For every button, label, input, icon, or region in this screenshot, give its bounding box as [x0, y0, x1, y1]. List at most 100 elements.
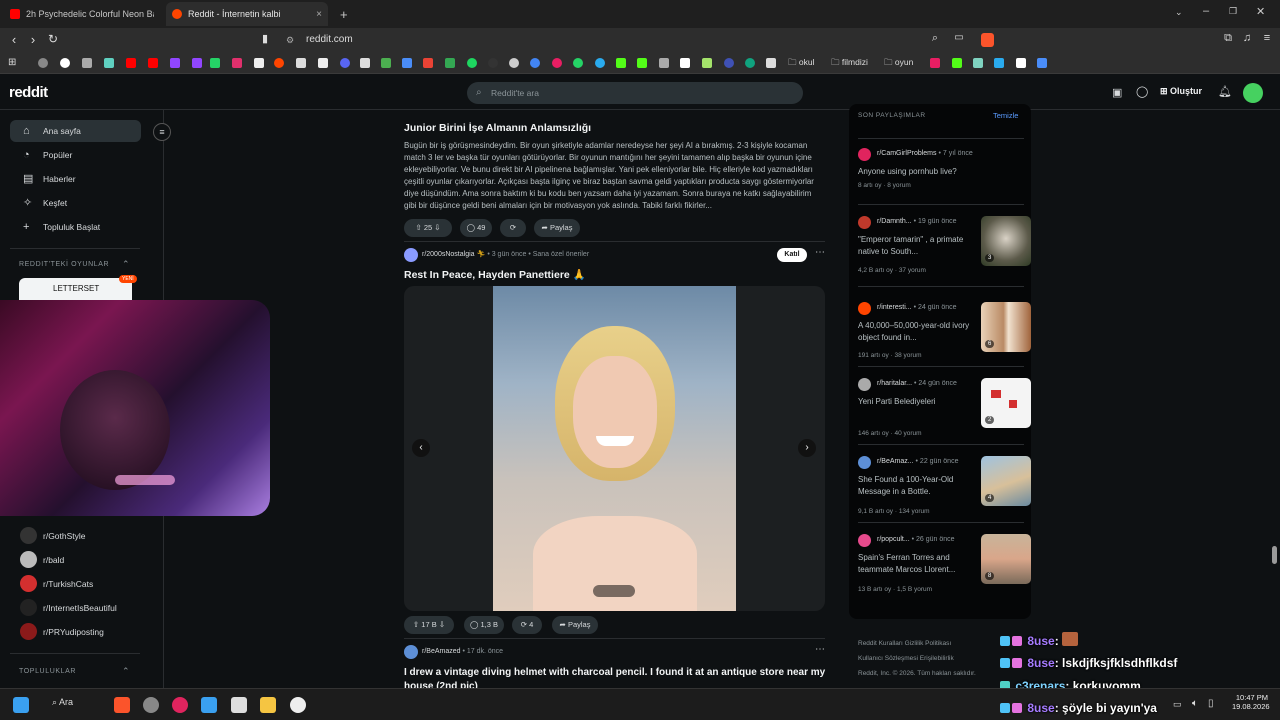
subreddit-link[interactable]: r/CamGirlProblems	[877, 150, 937, 157]
bookmark-icon[interactable]	[360, 58, 370, 68]
whatsapp-bookmark-icon[interactable]	[573, 58, 583, 68]
close-window-icon[interactable]: ✕	[1256, 5, 1265, 18]
subreddit-link[interactable]: r/popcult...	[877, 536, 910, 543]
page-scrollbar[interactable]	[1272, 546, 1277, 564]
bookmark-icon[interactable]	[724, 58, 734, 68]
bookmark-icon[interactable]	[659, 58, 669, 68]
more-options-icon[interactable]: ⋯	[815, 247, 825, 258]
kick-bookmark-icon[interactable]	[616, 58, 626, 68]
collapse-sidebar-button[interactable]: ≡	[153, 123, 171, 141]
chat-icon[interactable]: ◯	[1136, 85, 1148, 98]
file-explorer-icon[interactable]	[260, 697, 276, 713]
share-button[interactable]: ➦ Paylaş	[534, 219, 580, 237]
bookmark-icon[interactable]	[994, 58, 1004, 68]
crosspost-button[interactable]: ⟳	[500, 219, 526, 237]
reload-icon[interactable]: ↻	[45, 32, 61, 46]
sidebar-item-explore[interactable]: ✧ Keşfet	[10, 192, 141, 214]
start-menu-icon[interactable]	[13, 697, 29, 713]
history-bookmark-icon[interactable]	[38, 58, 48, 68]
tab-list-icon[interactable]: ⌄	[1175, 7, 1183, 18]
google-bookmark-icon[interactable]	[60, 58, 70, 68]
site-info-icon[interactable]: ⚙	[286, 31, 294, 49]
gmail-bookmark-icon[interactable]	[423, 58, 433, 68]
minimize-icon[interactable]: –	[1203, 5, 1209, 17]
x-bookmark-icon[interactable]	[254, 58, 264, 68]
taskbar-app-icon[interactable]	[290, 697, 306, 713]
games-section-header[interactable]: REDDIT'TEKİ OYUNLAR	[19, 261, 109, 268]
close-tab-icon[interactable]: ×	[316, 9, 322, 20]
bookmark-folder-oyun[interactable]: 🗀 oyun	[884, 57, 913, 71]
drive-bookmark-icon[interactable]	[445, 58, 455, 68]
crosspost-button[interactable]: ⟳ 4	[512, 616, 542, 634]
bookmark-icon[interactable]	[930, 58, 940, 68]
youtube-bookmark-icon[interactable]	[148, 58, 158, 68]
post-title[interactable]: Junior Birini İşe Almanın Anlamsızlığı	[404, 122, 591, 134]
subreddit-link[interactable]: r/haritalar...	[877, 380, 912, 387]
bookmark-icon[interactable]	[680, 58, 690, 68]
chatgpt-bookmark-icon[interactable]	[745, 58, 755, 68]
instagram-bookmark-icon[interactable]	[232, 58, 242, 68]
downvote-icon[interactable]: ⇩	[439, 620, 445, 629]
chevron-up-icon[interactable]: ⌃	[122, 666, 130, 677]
zoom-icon[interactable]: ⌕	[927, 32, 943, 45]
more-options-icon[interactable]: ⋯	[815, 644, 825, 655]
taskbar-app-icon[interactable]	[231, 697, 247, 713]
kick-bookmark-icon[interactable]	[637, 58, 647, 68]
tab-reddit[interactable]: Reddit - İnternetin kalbi ×	[166, 2, 328, 26]
sidebar-item-popular[interactable]: ◔ Popüler	[10, 144, 141, 166]
bookmark-icon[interactable]	[1016, 58, 1026, 68]
kick-bookmark-icon[interactable]	[952, 58, 962, 68]
apps-grid-icon[interactable]: ⊞	[8, 57, 16, 68]
taskbar-app-icon[interactable]	[143, 697, 159, 713]
bookmark-icon[interactable]	[973, 58, 983, 68]
volume-icon[interactable]: 🔈︎	[1192, 698, 1198, 709]
discord-bookmark-icon[interactable]	[340, 58, 350, 68]
media-icon[interactable]: ♫	[1239, 32, 1255, 44]
bookmark-icon[interactable]	[381, 58, 391, 68]
bookmark-icon[interactable]	[488, 58, 498, 68]
footer-links[interactable]: Kullanıcı Sözleşmesi Erişilebilirlik	[858, 655, 954, 662]
bookmark-icon[interactable]	[82, 58, 92, 68]
reddit-bookmark-icon[interactable]	[274, 58, 284, 68]
subreddit-link[interactable]: r/interesti...	[877, 304, 912, 311]
community-gothstyle[interactable]: r/GothStyle	[20, 527, 86, 545]
post-body[interactable]: Bugün bir iş görüşmesindeydim. Bir oyun …	[404, 140, 824, 212]
taskbar-app-icon[interactable]	[201, 697, 217, 713]
bookmark-icon[interactable]	[104, 58, 114, 68]
carousel-prev-icon[interactable]: ‹	[412, 439, 430, 457]
community-pryudiposting[interactable]: r/PRYudiposting	[20, 623, 104, 641]
brave-taskbar-icon[interactable]	[114, 697, 130, 713]
tiktok-bookmark-icon[interactable]	[318, 58, 328, 68]
subreddit-link[interactable]: r/Damnth...	[877, 218, 912, 225]
post-image[interactable]: ‹ ›	[404, 286, 825, 611]
notifications-icon[interactable]: 🔔︎	[1218, 85, 1232, 98]
forward-icon[interactable]: ›	[25, 32, 41, 47]
menu-icon[interactable]: ≡	[1259, 32, 1275, 44]
community-bald[interactable]: r/bald	[20, 551, 64, 569]
sidebar-item-news[interactable]: ▤ Haberler	[10, 168, 141, 190]
bookmark-folder-filmdizi[interactable]: 🗀 filmdizi	[831, 57, 868, 71]
comments-button[interactable]: ◯ 1,3 B	[464, 616, 504, 634]
spotify-bookmark-icon[interactable]	[467, 58, 477, 68]
bookmark-icon[interactable]: ▮	[257, 32, 273, 45]
comments-button[interactable]: ◯ 49	[460, 219, 492, 237]
clear-button[interactable]: Temizle	[993, 111, 1018, 120]
post-title[interactable]: I drew a vintage diving helmet with char…	[404, 666, 829, 688]
taskbar-app-icon[interactable]	[172, 697, 188, 713]
bookmark-folder-okul[interactable]: 🗀 okul	[788, 57, 814, 71]
bookmark-icon[interactable]	[530, 58, 540, 68]
bookmark-icon[interactable]	[210, 58, 220, 68]
extensions-icon[interactable]: ⧉	[1220, 32, 1236, 45]
bookmark-icon[interactable]	[766, 58, 776, 68]
footer-links[interactable]: Reddit Kuralları Gizlilik Politikası	[858, 640, 951, 647]
subreddit-link[interactable]: r/2000sNostalgia	[422, 251, 475, 258]
sidebar-item-home[interactable]: ⌂ Ana sayfa	[10, 120, 141, 142]
chevron-up-icon[interactable]: ⌃	[122, 259, 130, 270]
github-bookmark-icon[interactable]	[509, 58, 519, 68]
bookmark-icon[interactable]	[402, 58, 412, 68]
url-bar[interactable]: ⚙ reddit.com	[280, 31, 1000, 49]
create-button[interactable]: ⊞ Oluştur	[1160, 86, 1202, 97]
carousel-next-icon[interactable]: ›	[798, 439, 816, 457]
youtube-bookmark-icon[interactable]	[126, 58, 136, 68]
community-internetisbeautiful[interactable]: r/InternetIsBeautiful	[20, 599, 117, 617]
